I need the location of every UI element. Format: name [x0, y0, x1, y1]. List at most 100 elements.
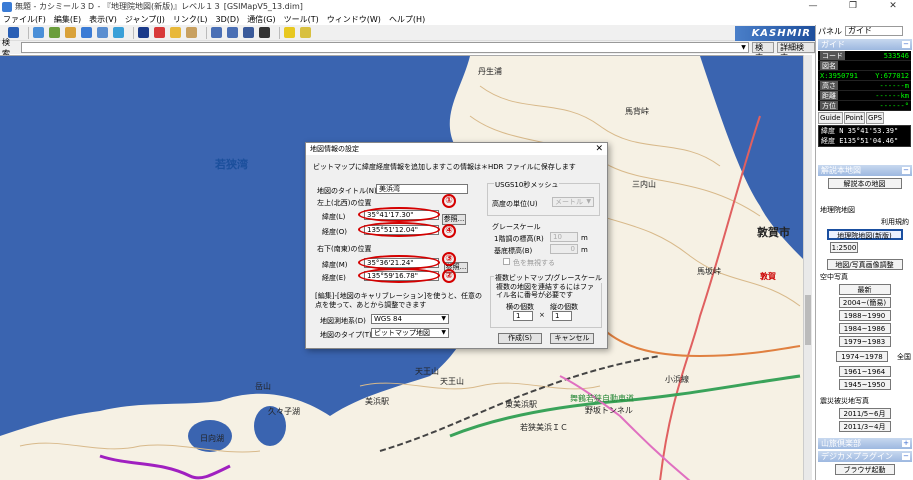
quake-2011-34-button[interactable]: 2011/3~4月: [838, 421, 891, 432]
browser-launch-button[interactable]: ブラウザ起動: [834, 464, 895, 475]
dejikame-section-header[interactable]: デジカメプラグイン −: [818, 451, 912, 462]
elevation-tool-icon[interactable]: [97, 27, 108, 38]
menu-help[interactable]: ヘルプ(H): [386, 14, 428, 25]
lr-lon-label: 経度(E): [322, 274, 346, 282]
search-input[interactable]: ▼: [20, 42, 750, 53]
menu-tool[interactable]: ツール(T): [281, 14, 322, 25]
pencil-icon[interactable]: [186, 27, 197, 38]
scale-button[interactable]: 1:2500: [830, 242, 858, 253]
guide-readout: コード 533546 図名 X:3950791 Y:677012 高さ ------m…: [818, 51, 911, 111]
step-height-label: 1階調の標高(R): [494, 235, 544, 243]
help-icon[interactable]: [284, 27, 295, 38]
dialog-title: 地図情報の設定: [310, 145, 359, 153]
ul-lon-label: 経度(O): [322, 228, 347, 236]
aerial-1979-button[interactable]: 1979~1983: [838, 336, 891, 347]
layer-tool-icon[interactable]: [49, 27, 60, 38]
menu-comm[interactable]: 通信(G): [244, 14, 278, 25]
aerial-2004-button[interactable]: 2004~(簡易): [838, 297, 891, 308]
terms-link[interactable]: 利用規約: [881, 217, 909, 227]
step-height-input[interactable]: 10: [550, 232, 578, 242]
save-icon[interactable]: [243, 27, 254, 38]
step-unit: m: [581, 234, 588, 242]
chiriin-label: 地理院地図: [820, 206, 855, 214]
panel-select[interactable]: ガイド: [845, 26, 903, 36]
all-country-label: 全国: [897, 353, 911, 361]
title-bar: 無題 - カシミール３Ｄ - 『地理院地図(新版)』レベル１３ [GSIMapV…: [0, 0, 913, 13]
aerial-1984-button[interactable]: 1984~1986: [838, 323, 891, 334]
coordinate-readout: 緯度 N 35°41'53.39" 経度 E135°51'04.46": [818, 125, 911, 147]
menu-edit[interactable]: 編集(E): [51, 14, 84, 25]
dialog-title-bar: 地図情報の設定 ✕: [306, 143, 607, 155]
gps-mode-button[interactable]: GPS: [865, 112, 885, 124]
search-row: 検索 ▼ 検索 詳細検索: [0, 38, 815, 62]
aerial-1961-button[interactable]: 1961~1964: [838, 366, 891, 377]
guide-section-header[interactable]: ガイド −: [818, 39, 912, 50]
forward-arrow-icon[interactable]: [227, 27, 238, 38]
chiriin-map-button[interactable]: 地理院地図(新版): [826, 229, 903, 240]
marker-icon[interactable]: [154, 27, 165, 38]
binocular-icon[interactable]: [138, 27, 149, 38]
map-label-tsuruga: 敦賀: [760, 272, 776, 281]
datum-select[interactable]: WGS 84 ▼: [371, 314, 449, 324]
brand-logo: KASHMIR 3D: [735, 26, 815, 54]
map-label-hiruga: 日向湖: [200, 434, 224, 443]
menu-3d[interactable]: 3D(D): [213, 15, 243, 24]
menu-file[interactable]: ファイル(F): [0, 14, 49, 25]
close-button[interactable]: ✕: [873, 0, 913, 13]
annotation-ellipse-ul-lon: [358, 222, 440, 237]
annotation-number-2: ②: [442, 269, 456, 283]
terrain-tool-icon[interactable]: [81, 27, 92, 38]
gray-label: グレースケール: [492, 223, 541, 231]
detail-search-button[interactable]: 詳細検索: [777, 42, 815, 62]
h-count-input[interactable]: 1: [513, 311, 533, 321]
chevron-down-icon[interactable]: ▼: [739, 43, 748, 52]
map-type-select[interactable]: ビットマップ地図 ▼: [371, 328, 449, 338]
create-button[interactable]: 作成(S): [498, 333, 542, 344]
yamatabi-section-header[interactable]: 山旅倶楽部 +: [818, 438, 912, 449]
kaisetsu-section-header[interactable]: 解説本地図 −: [818, 165, 912, 176]
ul-ref-button[interactable]: 参照...: [442, 214, 466, 225]
datum-label: 地図測地系(D): [320, 317, 366, 325]
aerial-1988-button[interactable]: 1988~1990: [838, 310, 891, 321]
menu-bar: ファイル(F) 編集(E) 表示(V) ジャンプ(J) リンク(L) 3D(D)…: [0, 13, 913, 25]
image-adjust-button[interactable]: 地図/写真画像調整: [826, 259, 903, 270]
guide-mode-button[interactable]: Guide: [818, 112, 843, 124]
point-mode-button[interactable]: Point: [843, 112, 865, 124]
cancel-button[interactable]: キャンセル: [550, 333, 594, 344]
times-sign: ×: [539, 311, 545, 319]
maximize-button[interactable]: ❐: [833, 0, 873, 13]
menu-jump[interactable]: ジャンプ(J): [122, 14, 168, 25]
menu-window[interactable]: ウィンドウ(W): [324, 14, 384, 25]
map-title-input[interactable]: 美浜湾: [376, 184, 468, 194]
kaisetsu-map-button[interactable]: 解説本の地図: [827, 178, 902, 189]
map-label-dake: 岳山: [255, 382, 271, 391]
map-label-umamukai: 馬背峠: [625, 107, 649, 116]
map-label-mihama-station: 美浜駅: [365, 397, 389, 406]
quake-2011-56-button[interactable]: 2011/5~6月: [838, 408, 891, 419]
annotation-number-1: ①: [442, 194, 456, 208]
aerial-1945-button[interactable]: 1945~1950: [838, 379, 891, 390]
device-icon[interactable]: [259, 27, 270, 38]
flag-icon[interactable]: [170, 27, 181, 38]
ignore-color-checkbox[interactable]: [503, 258, 510, 265]
annotation-number-3: ③: [442, 252, 456, 266]
menu-view[interactable]: 表示(V): [86, 14, 120, 25]
minimize-button[interactable]: —: [793, 0, 833, 13]
menu-link[interactable]: リンク(L): [170, 14, 211, 25]
dialog-close-icon[interactable]: ✕: [595, 143, 603, 155]
aerial-1974-button[interactable]: 1974~1978: [836, 351, 888, 362]
search-button[interactable]: 検索: [752, 42, 775, 62]
usgs-label: USGS10秒メッシュ: [494, 180, 560, 190]
base-height-label: 基底標高(B): [494, 247, 533, 255]
map-tool-icon[interactable]: [33, 27, 44, 38]
context-help-icon[interactable]: [300, 27, 311, 38]
base-height-input[interactable]: 0: [550, 244, 578, 254]
shade-tool-icon[interactable]: [113, 27, 124, 38]
map-vertical-scrollbar[interactable]: [803, 55, 812, 480]
v-count-input[interactable]: 1: [552, 311, 572, 321]
aerial-latest-button[interactable]: 最新: [838, 284, 891, 295]
height-unit-select[interactable]: メートル ▼: [552, 197, 594, 207]
annotation-ellipse-ul-lat: [358, 207, 440, 222]
photo-tool-icon[interactable]: [65, 27, 76, 38]
back-arrow-icon[interactable]: [211, 27, 222, 38]
